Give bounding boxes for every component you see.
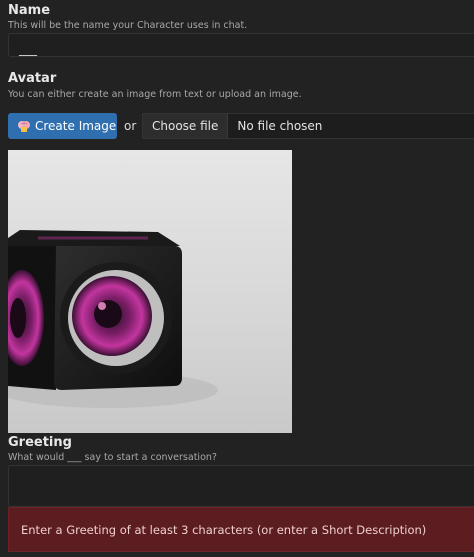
character-form: Name This will be the name your Characte… — [0, 0, 474, 557]
brain-icon — [17, 119, 31, 133]
name-input[interactable]: ___ — [8, 33, 474, 57]
greeting-textarea[interactable] — [8, 465, 474, 507]
name-title: Name — [8, 3, 51, 18]
avatar-image — [8, 150, 292, 433]
create-image-label: Create Image — [35, 119, 117, 133]
file-upload-input[interactable]: Choose file No file chosen — [142, 113, 474, 139]
avatar-title: Avatar — [8, 71, 57, 86]
error-banner: Enter a Greeting of at least 3 character… — [8, 507, 474, 552]
choose-file-button[interactable]: Choose file — [143, 114, 229, 138]
error-message: Enter a Greeting of at least 3 character… — [21, 522, 427, 537]
greeting-description: What would ___ say to start a conversati… — [8, 452, 217, 463]
or-label: or — [124, 119, 137, 133]
no-file-label: No file chosen — [237, 119, 323, 133]
greeting-title: Greeting — [8, 435, 72, 450]
create-image-button[interactable]: Create Image — [8, 113, 117, 139]
avatar-description: You can either create an image from text… — [8, 89, 302, 100]
name-description: This will be the name your Character use… — [8, 20, 248, 31]
